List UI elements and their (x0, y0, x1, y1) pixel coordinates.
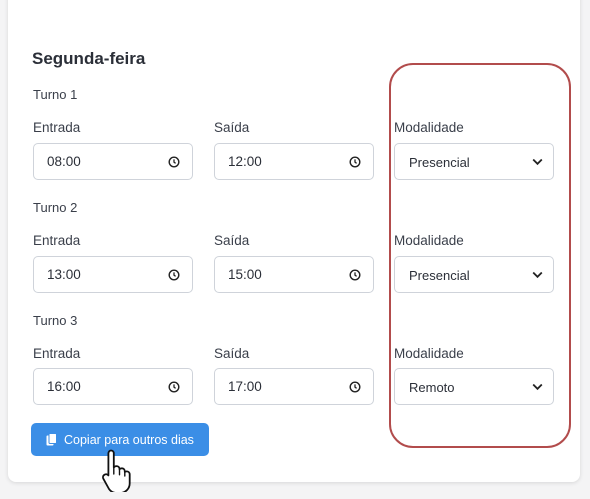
entrada-time-value: 08:00 (47, 154, 81, 169)
saida-time-input[interactable]: 17:00 (214, 368, 374, 405)
copy-button-label: Copiar para outros dias (64, 432, 194, 447)
turno-label: Turno 2 (33, 200, 78, 215)
turno-label: Turno 1 (33, 87, 78, 102)
saida-label: Saída (214, 233, 250, 248)
saida-time-value: 15:00 (228, 267, 262, 282)
entrada-time-value: 16:00 (47, 379, 81, 394)
saida-label: Saída (214, 346, 250, 361)
clock-icon[interactable] (168, 381, 180, 393)
modalidade-highlight-outline (389, 63, 571, 448)
saida-label: Saída (214, 120, 250, 135)
clock-icon[interactable] (349, 381, 361, 393)
entrada-time-input[interactable]: 13:00 (33, 256, 193, 293)
saida-time-value: 17:00 (228, 379, 262, 394)
copy-icon (46, 433, 57, 446)
entrada-label: Entrada (33, 346, 81, 361)
entrada-time-value: 13:00 (47, 267, 81, 282)
entrada-time-input[interactable]: 16:00 (33, 368, 193, 405)
clock-icon[interactable] (168, 269, 180, 281)
entrada-label: Entrada (33, 233, 81, 248)
hand-pointer-icon (102, 449, 131, 492)
saida-time-value: 12:00 (228, 154, 262, 169)
entrada-label: Entrada (33, 120, 81, 135)
clock-icon[interactable] (168, 156, 180, 168)
clock-icon[interactable] (349, 269, 361, 281)
clock-icon[interactable] (349, 156, 361, 168)
entrada-time-input[interactable]: 08:00 (33, 143, 193, 180)
turno-label: Turno 3 (33, 313, 78, 328)
saida-time-input[interactable]: 12:00 (214, 143, 374, 180)
saida-time-input[interactable]: 15:00 (214, 256, 374, 293)
day-title: Segunda-feira (32, 49, 146, 68)
